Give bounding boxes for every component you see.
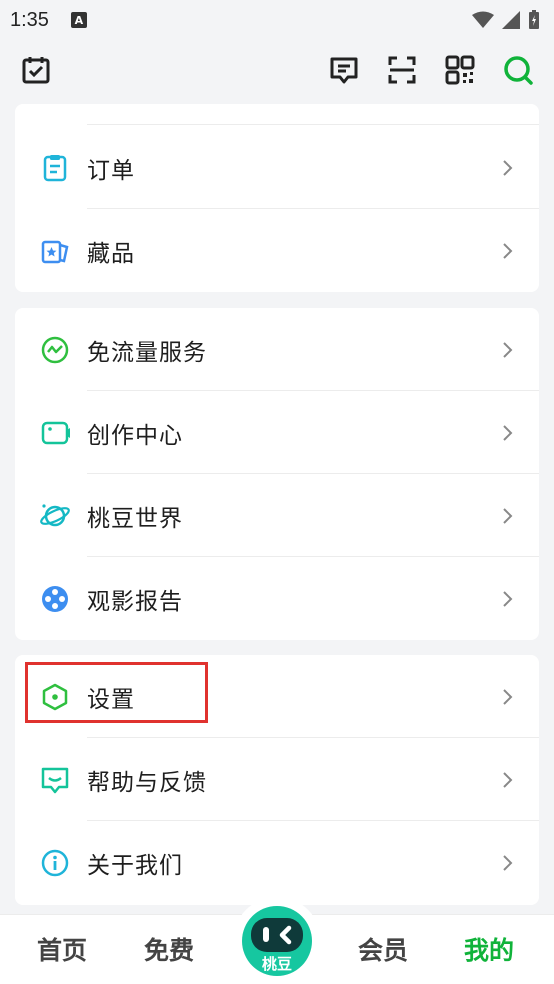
tab-taodou-label: 桃豆 — [261, 955, 292, 973]
menu-item-label: 观影报告 — [87, 588, 183, 615]
search-icon[interactable] — [500, 52, 536, 88]
chevron-right-icon — [503, 507, 513, 524]
menu-item-orders[interactable]: 订单 — [15, 126, 539, 209]
info-icon — [39, 847, 71, 879]
divider — [87, 124, 539, 125]
menu-item-label: 藏品 — [87, 240, 135, 267]
chevron-right-icon — [503, 771, 513, 788]
top-toolbar — [0, 40, 554, 100]
menu-item-label: 帮助与反馈 — [87, 769, 207, 796]
menu-item-label: 创作中心 — [87, 422, 183, 449]
scan-icon[interactable] — [384, 52, 420, 88]
card-services: 免流量服务 创作中心 桃豆世界 观影报告 — [15, 308, 539, 640]
chevron-right-icon — [503, 424, 513, 441]
collection-icon — [39, 235, 71, 267]
message-icon[interactable] — [326, 52, 362, 88]
free-data-icon — [39, 334, 71, 366]
signal-icon — [502, 11, 520, 29]
menu-item-free-data[interactable]: 免流量服务 — [15, 308, 539, 391]
film-reel-icon — [39, 583, 71, 615]
menu-item-collection[interactable]: 藏品 — [15, 209, 539, 292]
highlight-box — [25, 662, 208, 723]
status-bar: 1:35 A — [0, 0, 554, 40]
menu-item-label: 免流量服务 — [87, 339, 207, 366]
planet-icon — [39, 500, 71, 532]
menu-item-about-us[interactable]: 关于我们 — [15, 821, 539, 904]
card-orders: 订单 藏品 — [15, 104, 539, 292]
menu-item-viewing-report[interactable]: 观影报告 — [15, 557, 539, 640]
chevron-right-icon — [503, 242, 513, 259]
chevron-right-icon — [503, 341, 513, 358]
calendar-check-icon[interactable] — [18, 52, 54, 88]
chevron-right-icon — [503, 688, 513, 705]
feedback-icon — [39, 764, 71, 796]
tab-taodou[interactable]: 桃豆 — [242, 906, 312, 976]
order-clipboard-icon — [39, 152, 71, 184]
notification-icon: A — [70, 12, 87, 28]
battery-icon — [529, 10, 539, 29]
mascot-face-icon — [251, 918, 303, 952]
menu-item-label: 订单 — [87, 157, 135, 184]
menu-item-creator-center[interactable]: 创作中心 — [15, 391, 539, 474]
tab-home[interactable]: 首页 — [37, 931, 87, 967]
wifi-icon — [472, 11, 494, 28]
chevron-right-icon — [503, 590, 513, 607]
qr-code-icon[interactable] — [442, 52, 478, 88]
tab-vip[interactable]: 会员 — [358, 931, 408, 967]
tab-free[interactable]: 免费 — [144, 931, 194, 967]
creator-center-icon — [39, 417, 71, 449]
menu-item-label: 关于我们 — [87, 852, 183, 879]
chevron-right-icon — [503, 854, 513, 871]
tab-mine[interactable]: 我的 — [464, 931, 514, 967]
menu-item-label: 桃豆世界 — [87, 505, 183, 532]
chevron-right-icon — [503, 159, 513, 176]
menu-item-help-feedback[interactable]: 帮助与反馈 — [15, 738, 539, 821]
menu-item-taodou-world[interactable]: 桃豆世界 — [15, 474, 539, 557]
status-time: 1:35 — [10, 8, 49, 31]
